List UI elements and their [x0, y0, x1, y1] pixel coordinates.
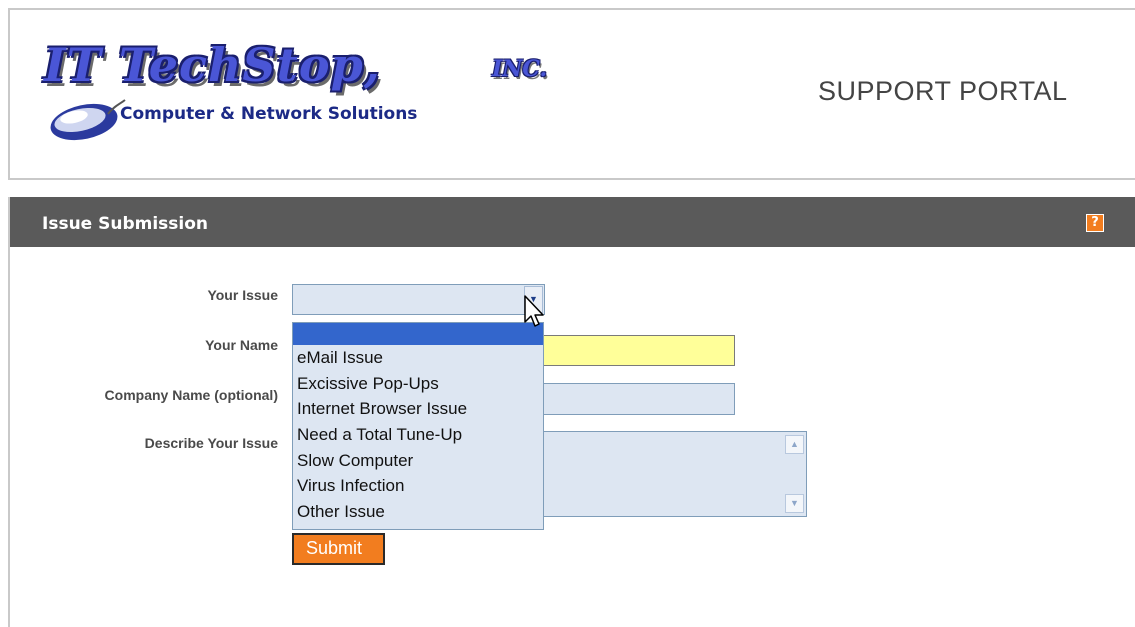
issue-select[interactable]: ▼	[292, 284, 545, 315]
name-label: Your Name	[205, 337, 278, 353]
issue-dropdown-list[interactable]: eMail Issue Excissive Pop-Ups Internet B…	[292, 322, 544, 530]
help-icon[interactable]: ?	[1086, 214, 1104, 232]
issue-label: Your Issue	[207, 287, 278, 303]
dropdown-option-browser-issue[interactable]: Internet Browser Issue	[293, 396, 543, 422]
dropdown-option-pop-ups[interactable]: Excissive Pop-Ups	[293, 371, 543, 397]
page-title: SUPPORT PORTAL	[818, 76, 1068, 106]
scroll-up-icon[interactable]: ▲	[785, 435, 804, 454]
company-logo[interactable]: IT TechStop, INC. Computer & Network Sol…	[40, 36, 600, 146]
dropdown-option-slow-computer[interactable]: Slow Computer	[293, 448, 543, 474]
computer-mouse-icon	[50, 99, 126, 141]
scroll-down-icon[interactable]: ▼	[785, 494, 804, 513]
site-header: IT TechStop, INC. Computer & Network Sol…	[8, 8, 1135, 180]
dropdown-option-virus-infection[interactable]: Virus Infection	[293, 473, 543, 499]
submit-button[interactable]: Submit	[292, 533, 385, 565]
company-label: Company Name (optional)	[104, 387, 278, 403]
logo-title: IT TechStop,	[44, 38, 381, 92]
dropdown-option-other-issue[interactable]: Other Issue	[293, 499, 543, 525]
dropdown-option-highlighted[interactable]	[293, 323, 543, 345]
dropdown-option-tune-up[interactable]: Need a Total Tune-Up	[293, 422, 543, 448]
describe-label: Describe Your Issue	[144, 435, 278, 451]
panel-title: Issue Submission	[42, 214, 209, 234]
logo-tagline: Computer & Network Solutions	[120, 104, 418, 124]
panel-header: Issue Submission ?	[10, 197, 1135, 247]
logo-inc: INC.	[492, 56, 548, 82]
mouse-pointer-icon	[524, 295, 544, 327]
dropdown-option-email-issue[interactable]: eMail Issue	[293, 345, 543, 371]
